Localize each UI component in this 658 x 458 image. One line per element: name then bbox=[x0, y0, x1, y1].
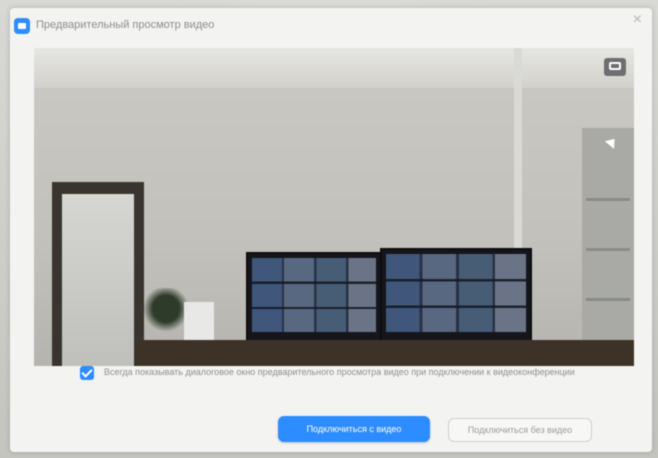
preview-monitor-left bbox=[246, 252, 382, 344]
preview-door bbox=[62, 194, 134, 366]
zoom-app-icon bbox=[14, 18, 30, 34]
preview-shelf bbox=[582, 128, 634, 366]
preview-shelf-line bbox=[586, 198, 630, 201]
titlebar: Предварительный просмотр видео × bbox=[10, 8, 652, 42]
preview-shelf-line bbox=[586, 248, 630, 251]
join-without-video-button[interactable]: Подключиться без видео bbox=[448, 418, 592, 442]
always-show-preview-label: Всегда показывать диалоговое окно предва… bbox=[104, 367, 575, 377]
camera-preview bbox=[34, 48, 634, 366]
close-icon[interactable]: × bbox=[633, 12, 642, 28]
window-title: Предварительный просмотр видео bbox=[36, 19, 215, 31]
video-preview-dialog: Предварительный просмотр видео × Всегда … bbox=[10, 8, 652, 452]
preview-ceiling bbox=[34, 48, 634, 88]
preview-monitor-screen bbox=[252, 258, 376, 332]
always-show-preview-checkbox[interactable] bbox=[80, 366, 94, 380]
preview-monitor-right bbox=[380, 248, 532, 344]
preview-box bbox=[184, 302, 214, 342]
always-show-preview-option[interactable]: Всегда показывать диалоговое окно предва… bbox=[80, 362, 620, 396]
join-with-video-button[interactable]: Подключиться с видео bbox=[278, 416, 430, 442]
camera-switch-icon[interactable] bbox=[604, 58, 626, 76]
preview-shelf-line bbox=[586, 298, 630, 301]
preview-monitor-screen bbox=[386, 254, 526, 332]
preview-plant bbox=[144, 288, 188, 340]
